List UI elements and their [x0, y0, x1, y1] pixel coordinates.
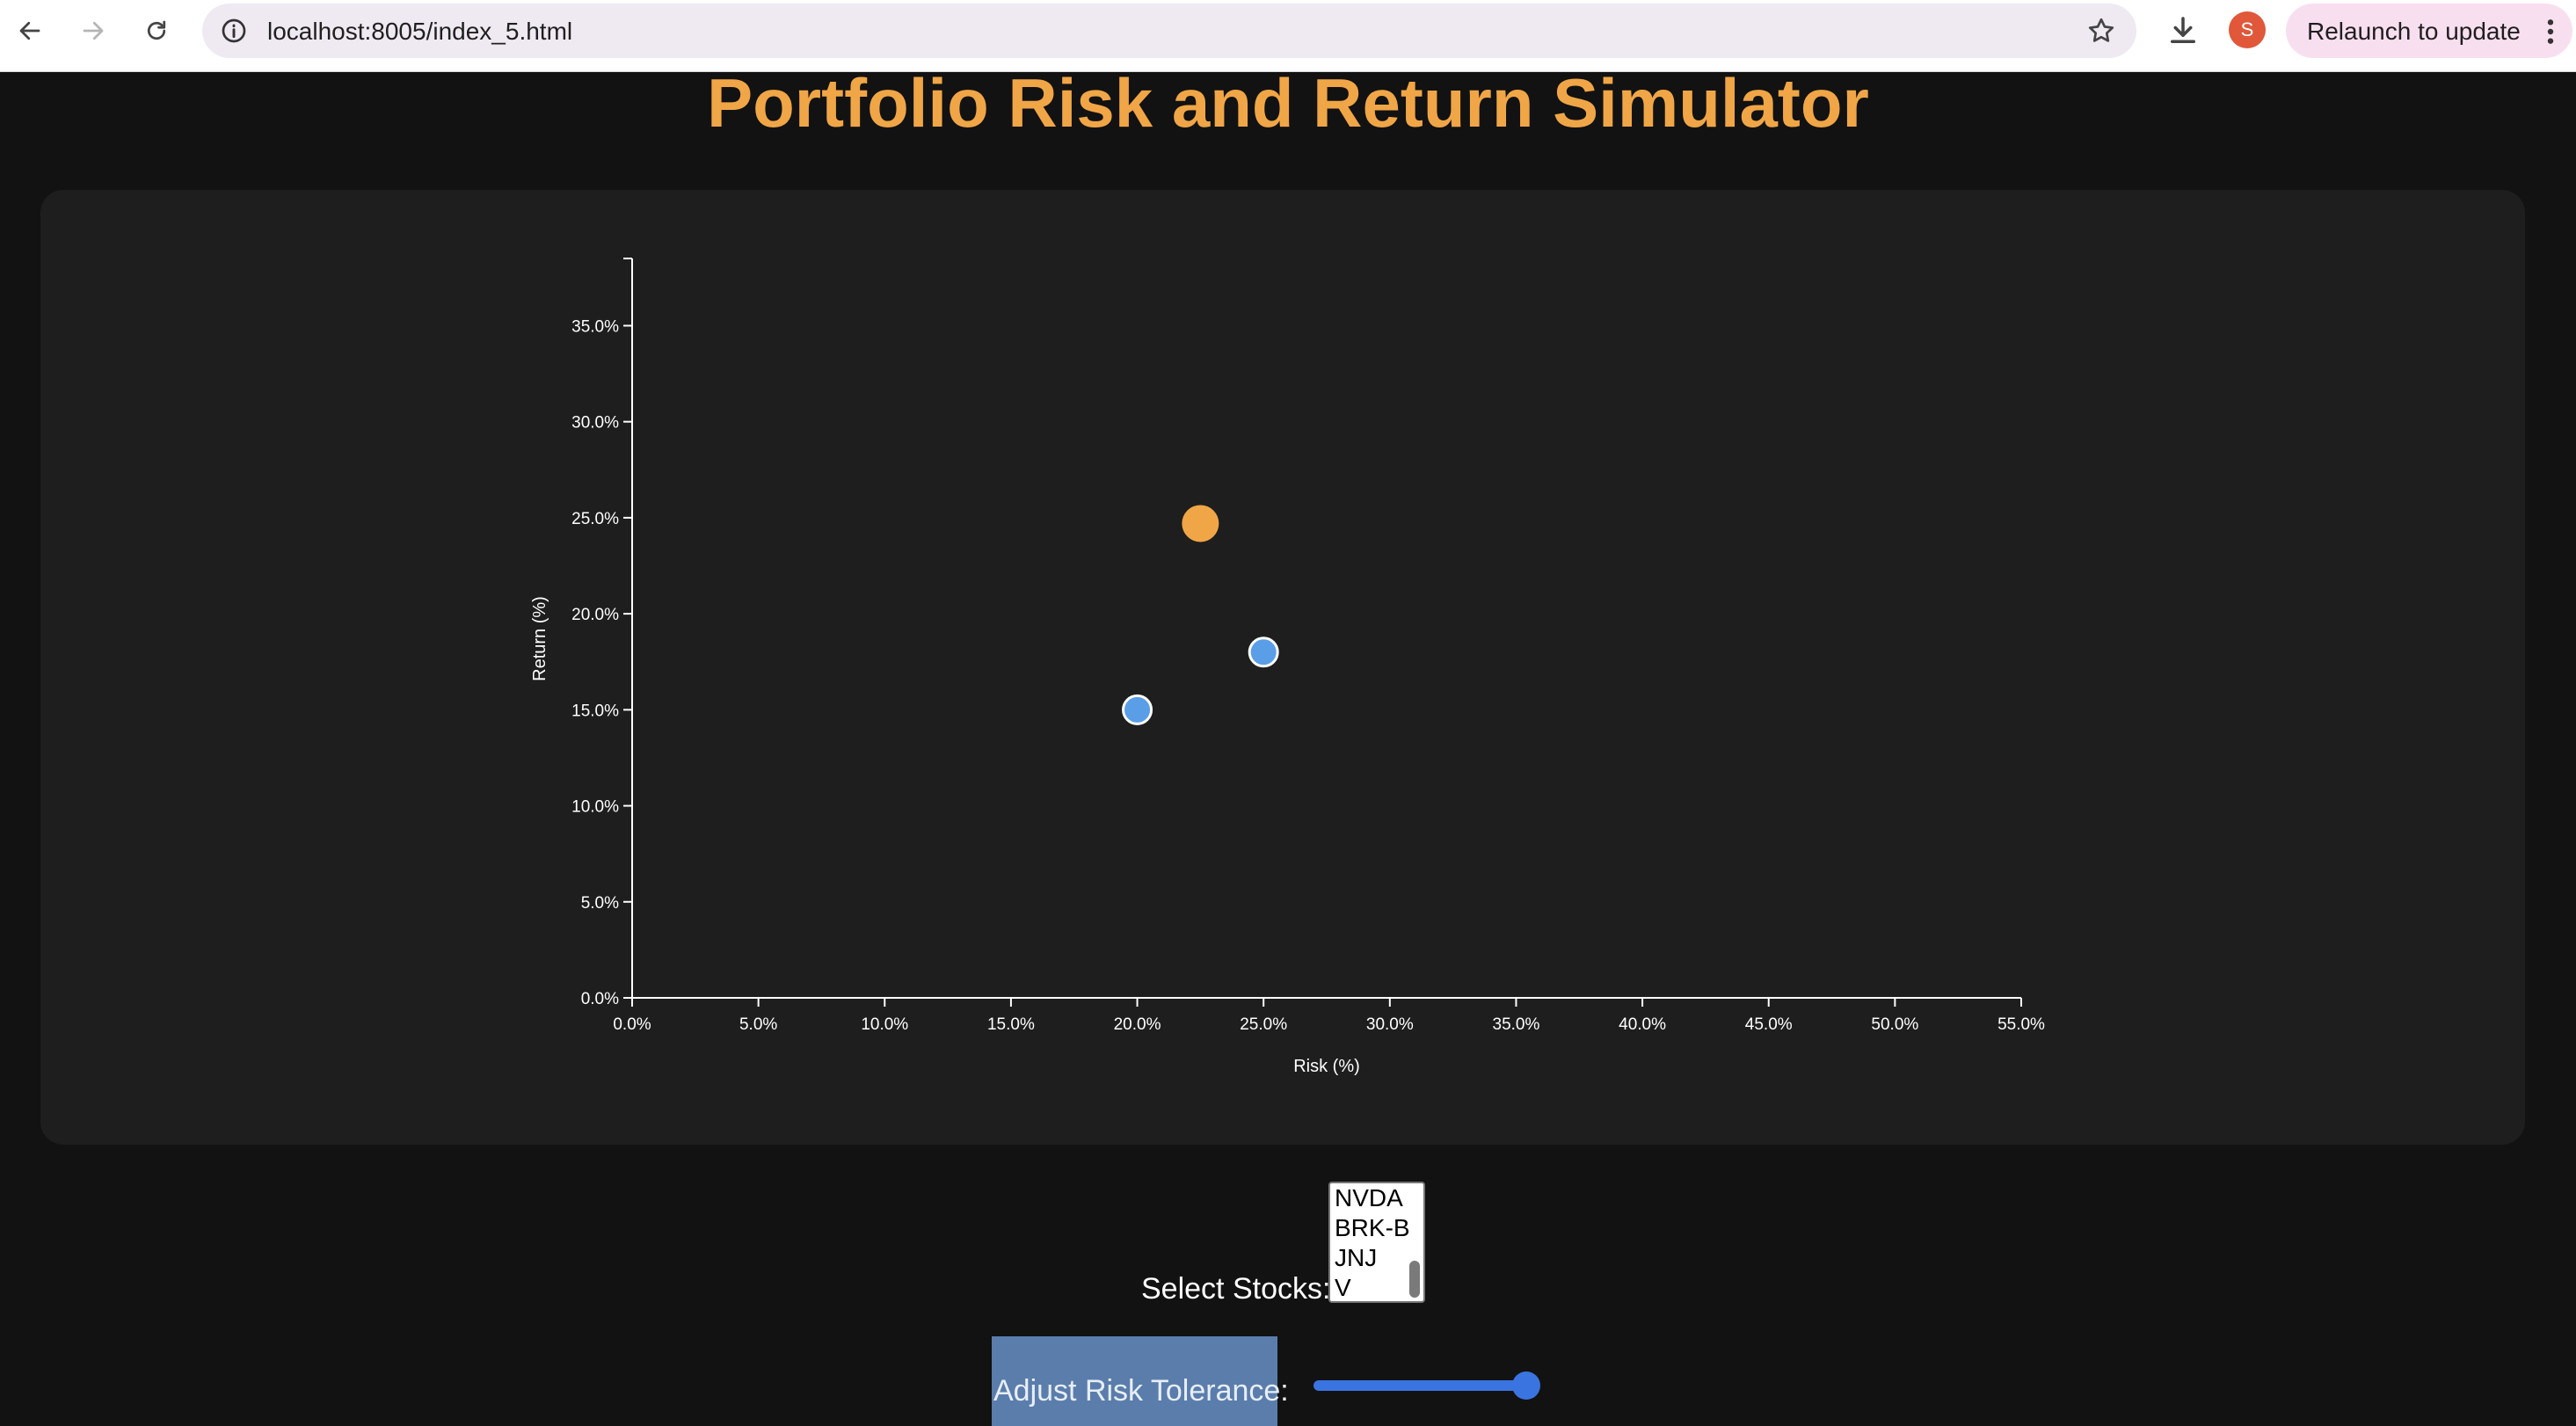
y-tick-label: 30.0% [571, 414, 619, 433]
stock-point [1122, 694, 1153, 725]
relaunch-label: Relaunch to update [2307, 18, 2521, 45]
select-stocks-label: Select Stocks: [1141, 1272, 1331, 1306]
site-info-icon[interactable] [220, 17, 248, 45]
stock-option[interactable]: V [1335, 1273, 1351, 1301]
y-tick-label: 25.0% [571, 510, 619, 528]
x-tick-label: 0.0% [613, 1015, 651, 1034]
y-tick-label: 0.0% [581, 990, 619, 1008]
x-tick-label: 30.0% [1366, 1015, 1414, 1034]
bookmark-star-icon[interactable] [2085, 15, 2117, 47]
y-tick-label: 15.0% [571, 702, 619, 720]
x-tick-label: 15.0% [987, 1015, 1035, 1034]
risk-tolerance-label: Adjust Risk Tolerance: [993, 1374, 1289, 1408]
stock-option[interactable]: BRK-B [1335, 1213, 1410, 1243]
back-button[interactable] [11, 11, 49, 50]
relaunch-button[interactable]: Relaunch to update [2286, 4, 2572, 58]
y-axis-label: Return (%) [530, 596, 549, 681]
risk-tolerance-label-box: Adjust Risk Tolerance: [992, 1336, 1289, 1426]
x-tick-label: 45.0% [1745, 1015, 1793, 1034]
y-tick-label: 5.0% [581, 894, 619, 913]
x-axis-label: Risk (%) [1293, 1057, 1360, 1076]
y-tick-label: 20.0% [571, 606, 619, 624]
x-tick-label: 40.0% [1619, 1015, 1666, 1034]
stock-option[interactable]: JNJ [1335, 1243, 1377, 1273]
risk-tolerance-slider[interactable] [1313, 1380, 1526, 1391]
x-tick-label: 5.0% [739, 1015, 777, 1034]
portfolio-point [1182, 505, 1219, 542]
reload-icon [147, 20, 166, 40]
stock-point [1248, 637, 1279, 668]
chart-card: 0.0% 5.0% 10.0% 15.0% 20.0% 25.0% 30.0% 35.0% 40… [40, 190, 2525, 1145]
forward-button[interactable] [74, 11, 113, 50]
reload-button[interactable] [137, 11, 176, 50]
browser-toolbar: localhost:8005/index_5.html S Relaunch t… [0, 0, 2576, 72]
x-tick-label: 55.0% [1997, 1015, 2045, 1034]
page-title: Portfolio Risk and Return Simulator [707, 64, 1869, 142]
more-vert-icon [2547, 19, 2554, 44]
address-bar[interactable]: localhost:8005/index_5.html [202, 4, 2136, 58]
risk-tolerance-slider-thumb[interactable] [1512, 1371, 1540, 1400]
y-tick-label: 10.0% [571, 798, 619, 817]
x-tick-label: 20.0% [1114, 1015, 1161, 1034]
stock-option[interactable]: NVDA [1335, 1183, 1403, 1213]
x-tick-label: 50.0% [1871, 1015, 1918, 1034]
download-icon[interactable] [2165, 12, 2201, 49]
y-tick-label: 35.0% [571, 317, 619, 336]
stock-select-list[interactable]: NVDA BRK-B JNJ V [1328, 1182, 1425, 1303]
arrow-right-icon [83, 21, 104, 40]
risk-return-scatter-chart: 0.0% 5.0% 10.0% 15.0% 20.0% 25.0% 30.0% 35.0% 40… [530, 258, 2045, 1076]
x-tick-label: 10.0% [861, 1015, 908, 1034]
x-tick-label: 35.0% [1493, 1015, 1540, 1034]
arrow-left-icon [19, 21, 40, 40]
url-text: localhost:8005/index_5.html [267, 18, 573, 45]
avatar[interactable]: S [2229, 11, 2266, 48]
x-tick-label: 25.0% [1240, 1015, 1287, 1034]
stock-list-scrollbar[interactable] [1409, 1261, 1420, 1298]
